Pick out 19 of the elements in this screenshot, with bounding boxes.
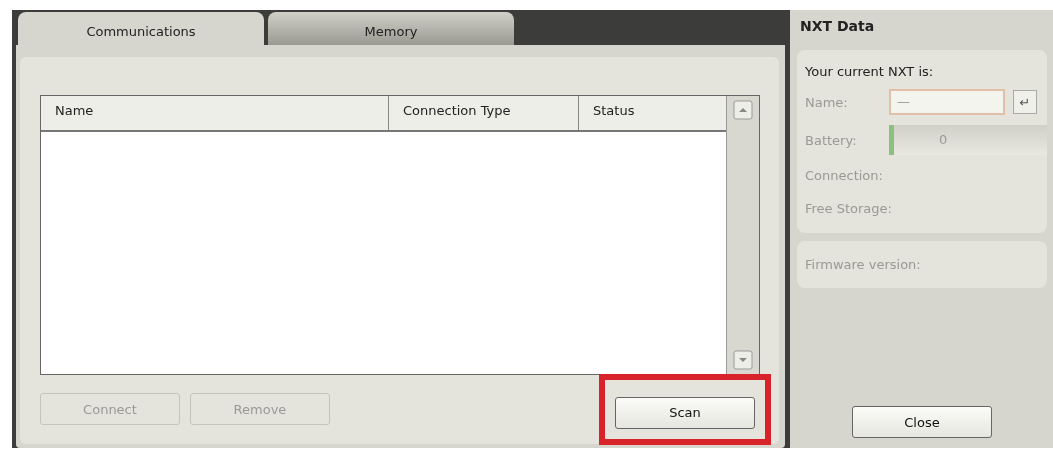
column-header[interactable]: Name [41, 96, 389, 130]
scroll-down-icon[interactable] [733, 350, 753, 370]
field-label: Free Storage: [805, 200, 893, 218]
field-label: Firmware version: [805, 257, 922, 272]
field-label: Connection: [805, 167, 884, 185]
enter-button[interactable]: ↵ [1013, 90, 1037, 114]
scrollbar[interactable] [726, 96, 759, 374]
column-header[interactable]: Status [579, 96, 726, 130]
panel-title: NXT Data [800, 18, 876, 34]
close-button[interactable]: Close [852, 406, 992, 438]
field-label: Name: [805, 94, 849, 110]
tab[interactable]: Memory [268, 12, 514, 45]
tab[interactable]: Communications [18, 12, 264, 45]
field-label: Battery: [805, 132, 858, 148]
column-header[interactable]: Connection Type [389, 96, 579, 130]
scan-button[interactable]: Scan [615, 396, 755, 429]
scroll-up-icon[interactable] [733, 100, 753, 120]
battery-reading: 0 [939, 132, 948, 147]
group-heading: Your current NXT is: [805, 64, 935, 79]
